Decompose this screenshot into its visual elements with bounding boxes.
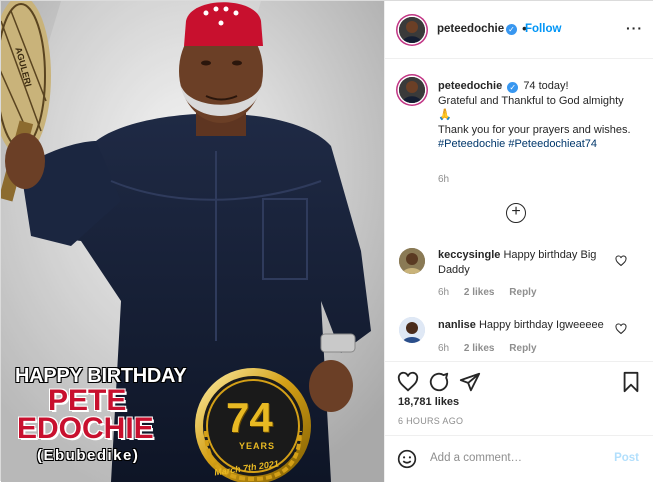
badge-years: YEARS: [239, 441, 276, 451]
bookmark-icon[interactable]: [620, 371, 642, 393]
poster-nickname: (Ebubedike): [37, 447, 140, 464]
comment-username[interactable]: keccysingle: [438, 249, 500, 261]
verified-badge-icon: ✓: [507, 82, 519, 93]
comment-time[interactable]: 6h: [438, 287, 449, 298]
avatar-portrait-icon: [399, 77, 425, 103]
comment-likes[interactable]: 2 likes: [464, 287, 495, 298]
comment-reply-button[interactable]: Reply: [509, 343, 536, 354]
caption-line-3: Thank you for your prayers and wishes.: [438, 123, 631, 136]
comment-likes[interactable]: 2 likes: [464, 343, 495, 354]
post-image[interactable]: HAPPY BIRTHDAY PETE EDOCHIE (Ebubedike) …: [1, 1, 384, 482]
comment-text: nanlise Happy birthday Igweeeee: [438, 318, 608, 333]
caption-username[interactable]: peteedochie: [438, 80, 502, 92]
posted-timestamp[interactable]: 6 HOURS AGO: [398, 416, 463, 426]
commenter-avatar[interactable]: [399, 317, 425, 343]
verified-badge-icon: ✓: [506, 24, 517, 35]
comment-reply-button[interactable]: Reply: [509, 287, 536, 298]
heart-icon[interactable]: [397, 371, 419, 393]
comment-like-heart-icon[interactable]: [615, 323, 627, 335]
comment-meta: 6h 2 likes Reply: [438, 287, 549, 298]
caption-line-2: Grateful and Thankful to God almighty: [438, 94, 624, 107]
plus-circle-icon[interactable]: +: [506, 203, 526, 223]
likes-count[interactable]: 18,781 likes: [398, 396, 459, 408]
post-header: peteedochie ✓ • Follow ···: [385, 1, 653, 59]
comment-text: keccysingle Happy birthday Big Daddy: [438, 248, 608, 277]
poster-name-last: EDOCHIE: [17, 412, 154, 445]
comment-icon[interactable]: [428, 371, 450, 393]
post-caption: peteedochie ✓ 74 today! Grateful and Tha…: [438, 79, 638, 152]
comment-meta: 6h 2 likes Reply: [438, 343, 549, 354]
author-avatar[interactable]: [399, 17, 425, 43]
caption-avatar[interactable]: [399, 77, 425, 103]
post-sidebar: peteedochie ✓ • Follow ··· peteedochie ✓…: [384, 1, 653, 482]
red-cap: [184, 2, 263, 46]
comment-username[interactable]: nanlise: [438, 319, 476, 331]
avatar-portrait-icon: [399, 17, 425, 43]
commenter-avatar[interactable]: [399, 248, 425, 274]
post-modal: HAPPY BIRTHDAY PETE EDOCHIE (Ebubedike) …: [0, 0, 653, 482]
smiley-icon[interactable]: [397, 449, 417, 469]
author-username[interactable]: peteedochie: [437, 23, 504, 35]
badge-number: 74: [226, 394, 273, 441]
comment-body: Happy birthday Igweeeee: [478, 319, 604, 331]
caption-time[interactable]: 6h: [438, 174, 449, 185]
add-comment-input[interactable]: Add a comment…: [430, 452, 522, 464]
caption-line-1: 74 today!: [523, 80, 569, 92]
add-comment-bar: Add a comment… Post: [385, 435, 653, 482]
comment-like-heart-icon[interactable]: [615, 255, 627, 267]
pray-emoji: 🙏: [438, 109, 452, 121]
more-dots-icon[interactable]: ···: [626, 20, 643, 36]
follow-button[interactable]: Follow: [525, 23, 561, 35]
caption-hashtags[interactable]: #Peteedochie #Peteedochieat74: [438, 138, 597, 150]
wristwatch: [320, 333, 356, 353]
share-icon[interactable]: [459, 371, 481, 393]
avatar-photo-icon: [399, 317, 425, 343]
post-comment-button[interactable]: Post: [614, 452, 639, 464]
avatar-photo-icon: [399, 248, 425, 274]
comment-time[interactable]: 6h: [438, 343, 449, 354]
